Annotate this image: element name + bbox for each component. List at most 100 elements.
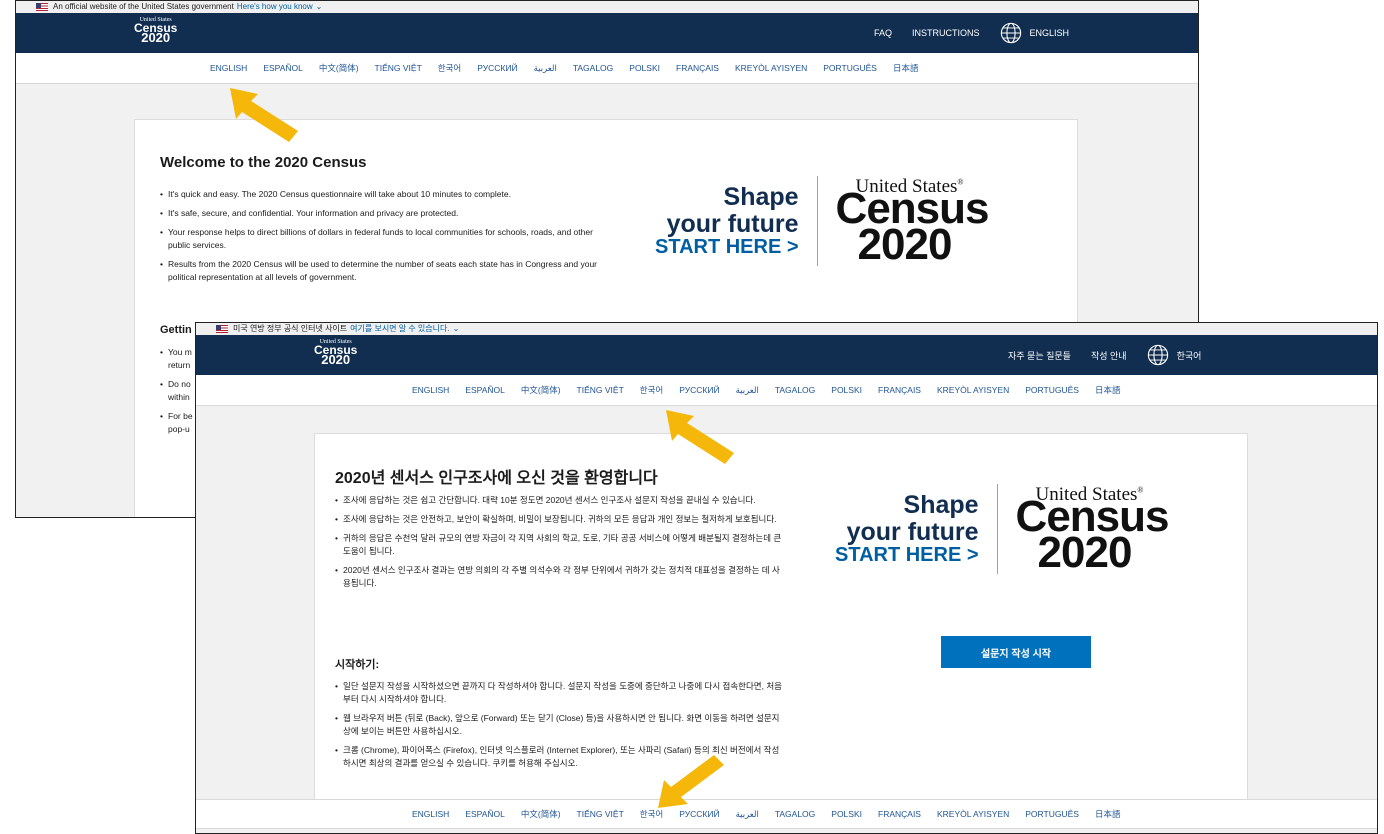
- language-link[interactable]: العربية: [534, 63, 557, 74]
- faq-link[interactable]: FAQ: [874, 28, 892, 38]
- language-link[interactable]: РУССКИЙ: [679, 385, 719, 395]
- language-selector[interactable]: 한국어: [1177, 349, 1202, 362]
- faq-link[interactable]: 자주 묻는 질문들: [1008, 349, 1071, 362]
- gov-banner-link[interactable]: Here's how you know: [237, 1, 313, 13]
- list-item: 2020년 센서스 인구조사 결과는 연방 의회의 각 주별 의석수와 각 정부…: [335, 564, 783, 590]
- census-logo[interactable]: United States Census 2020: [314, 339, 357, 366]
- language-link[interactable]: POLSKI: [629, 63, 660, 73]
- list-item: 귀하의 응답은 수천억 달러 규모의 연방 자금이 각 지역 사회의 학교, 도…: [335, 532, 783, 558]
- annotation-arrow-icon: [666, 410, 734, 464]
- hero-banner: Shape your future START HERE > United St…: [655, 176, 989, 266]
- shape-your-future[interactable]: Shape your future START HERE >: [655, 184, 799, 258]
- list-item: It's quick and easy. The 2020 Census que…: [160, 188, 600, 201]
- list-item: Your response helps to direct billions o…: [160, 226, 600, 252]
- language-link[interactable]: KREYÒL AYISYEN: [937, 809, 1009, 819]
- site-header: United States Census 2020 자주 묻는 질문들 작성 안…: [196, 335, 1377, 375]
- language-link[interactable]: TAGALOG: [775, 385, 815, 395]
- footer-language-bar: ENGLISH ESPAÑOL 中文(简体) TIẾNG VIỆT 한국어 РУССКИЙ…: [196, 799, 1377, 829]
- gov-banner-link[interactable]: 여기를 보시면 알 수 있습니다.: [350, 323, 449, 335]
- gov-banner-text: An official website of the United States…: [53, 2, 234, 11]
- hero-line1: Shape: [723, 183, 799, 212]
- hero-line2: your future: [666, 209, 799, 238]
- hero-start-here[interactable]: START HERE >: [655, 236, 799, 258]
- site-header: United States Census 2020 FAQ INSTRUCTIO…: [16, 13, 1198, 53]
- shape-your-future[interactable]: Shape your future START HERE >: [835, 492, 979, 566]
- language-link[interactable]: العربية: [736, 809, 759, 820]
- language-link[interactable]: 中文(简体): [521, 384, 561, 396]
- language-link[interactable]: 한국어: [640, 384, 663, 396]
- language-selector[interactable]: ENGLISH: [1030, 28, 1070, 38]
- language-link[interactable]: FRANÇAIS: [676, 63, 719, 73]
- language-link[interactable]: ESPAÑOL: [465, 385, 505, 395]
- page-title: Welcome to the 2020 Census: [160, 154, 367, 171]
- language-link[interactable]: 日本語: [1095, 384, 1121, 396]
- gov-banner-text: 미국 연방 정부 공식 인터넷 사이트: [233, 324, 348, 333]
- census-logo[interactable]: United States Census 2020: [134, 17, 177, 44]
- hero-line1: Shape: [903, 491, 979, 520]
- language-link[interactable]: PORTUGUÊS: [823, 63, 877, 73]
- gov-banner: 미국 연방 정부 공식 인터넷 사이트 여기를 보시면 알 수 있습니다. ⌄: [196, 323, 1377, 335]
- list-item: 웹 브라우저 버튼 (뒤로 (Back), 앞으로 (Forward) 또는 닫…: [335, 712, 783, 738]
- header-nav: FAQ INSTRUCTIONS ENGLISH: [874, 13, 1069, 53]
- header-nav: 자주 묻는 질문들 작성 안내 한국어: [1008, 335, 1201, 375]
- list-item: 조사에 응답하는 것은 쉽고 간단합니다. 대략 10분 정도면 2020년 센…: [335, 494, 783, 507]
- language-link[interactable]: TIẾNG VIỆT: [577, 385, 624, 395]
- instructions-link[interactable]: INSTRUCTIONS: [912, 28, 980, 38]
- globe-icon[interactable]: [1000, 22, 1022, 44]
- language-link[interactable]: FRANÇAIS: [878, 385, 921, 395]
- language-link[interactable]: 日本語: [1095, 808, 1121, 820]
- language-link[interactable]: 한국어: [438, 62, 461, 74]
- getting-started-heading: 시작하기:: [335, 659, 380, 671]
- language-link[interactable]: TAGALOG: [775, 809, 815, 819]
- chevron-down-icon[interactable]: ⌄: [316, 1, 323, 13]
- us-flag-icon: [36, 3, 48, 11]
- hero-divider: [996, 484, 998, 574]
- gov-banner: An official website of the United States…: [16, 1, 1198, 13]
- language-link[interactable]: KREYÒL AYISYEN: [937, 385, 1009, 395]
- welcome-card: 2020년 센서스 인구조사에 오신 것을 환영합니다 조사에 응답하는 것은 …: [314, 433, 1248, 801]
- start-questionnaire-button[interactable]: 설문지 작성 시작: [941, 636, 1091, 668]
- korean-page-screenshot: 미국 연방 정부 공식 인터넷 사이트 여기를 보시면 알 수 있습니다. ⌄ …: [195, 322, 1378, 834]
- language-link[interactable]: العربية: [736, 385, 759, 396]
- language-link[interactable]: 中文(简体): [319, 62, 359, 74]
- language-link[interactable]: TIẾNG VIỆT: [577, 809, 624, 819]
- language-link[interactable]: TAGALOG: [573, 63, 613, 73]
- hero-divider: [816, 176, 818, 266]
- language-bar: ENGLISH ESPAÑOL 中文(简体) TIẾNG VIỆT 한국어 РУССКИЙ…: [16, 53, 1198, 84]
- language-link[interactable]: ESPAÑOL: [465, 809, 505, 819]
- language-link[interactable]: KREYÒL AYISYEN: [735, 63, 807, 73]
- intro-list: 조사에 응답하는 것은 쉽고 간단합니다. 대략 10분 정도면 2020년 센…: [335, 494, 783, 596]
- language-link[interactable]: РУССКИЙ: [477, 63, 517, 73]
- language-link[interactable]: PORTUGUÊS: [1025, 809, 1079, 819]
- language-link[interactable]: FRANÇAIS: [878, 809, 921, 819]
- intro-list: It's quick and easy. The 2020 Census que…: [160, 188, 600, 290]
- chevron-down-icon[interactable]: ⌄: [453, 323, 460, 335]
- language-link[interactable]: ENGLISH: [412, 809, 449, 819]
- list-item: It's safe, secure, and confidential. You…: [160, 207, 600, 220]
- language-link[interactable]: 日本語: [893, 62, 919, 74]
- getting-started-heading: Gettin: [160, 324, 192, 336]
- census-brand-logo: United States® Census 2020: [1016, 485, 1170, 574]
- language-link[interactable]: POLSKI: [831, 809, 862, 819]
- hero-banner: Shape your future START HERE > United St…: [835, 484, 1169, 574]
- language-link[interactable]: ENGLISH: [210, 63, 247, 73]
- globe-icon[interactable]: [1147, 344, 1169, 366]
- census-brand-logo: United States® Census 2020: [836, 177, 990, 266]
- list-item: 일단 설문지 작성을 시작하셨으면 끝까지 다 작성하셔야 합니다. 설문지 작…: [335, 680, 783, 706]
- annotation-arrow-icon: [230, 88, 298, 142]
- annotation-arrow-icon: [658, 755, 724, 808]
- hero-start-here[interactable]: START HERE >: [835, 544, 979, 566]
- list-item: 조사에 응답하는 것은 안전하고, 보안이 확실하며, 비밀이 보장됩니다. 귀…: [335, 513, 783, 526]
- language-link[interactable]: PORTUGUÊS: [1025, 385, 1079, 395]
- hero-line2: your future: [846, 517, 979, 546]
- language-link[interactable]: ESPAÑOL: [263, 63, 303, 73]
- language-link[interactable]: POLSKI: [831, 385, 862, 395]
- page-title: 2020년 센서스 인구조사에 오신 것을 환영합니다: [335, 470, 658, 487]
- language-link[interactable]: TIẾNG VIỆT: [375, 63, 422, 73]
- us-flag-icon: [216, 325, 228, 333]
- instructions-link[interactable]: 작성 안내: [1091, 349, 1127, 362]
- language-bar: ENGLISH ESPAÑOL 中文(简体) TIẾNG VIỆT 한국어 РУССКИЙ…: [196, 375, 1377, 406]
- language-link[interactable]: ENGLISH: [412, 385, 449, 395]
- list-item: Results from the 2020 Census will be use…: [160, 258, 600, 284]
- language-link[interactable]: 中文(简体): [521, 808, 561, 820]
